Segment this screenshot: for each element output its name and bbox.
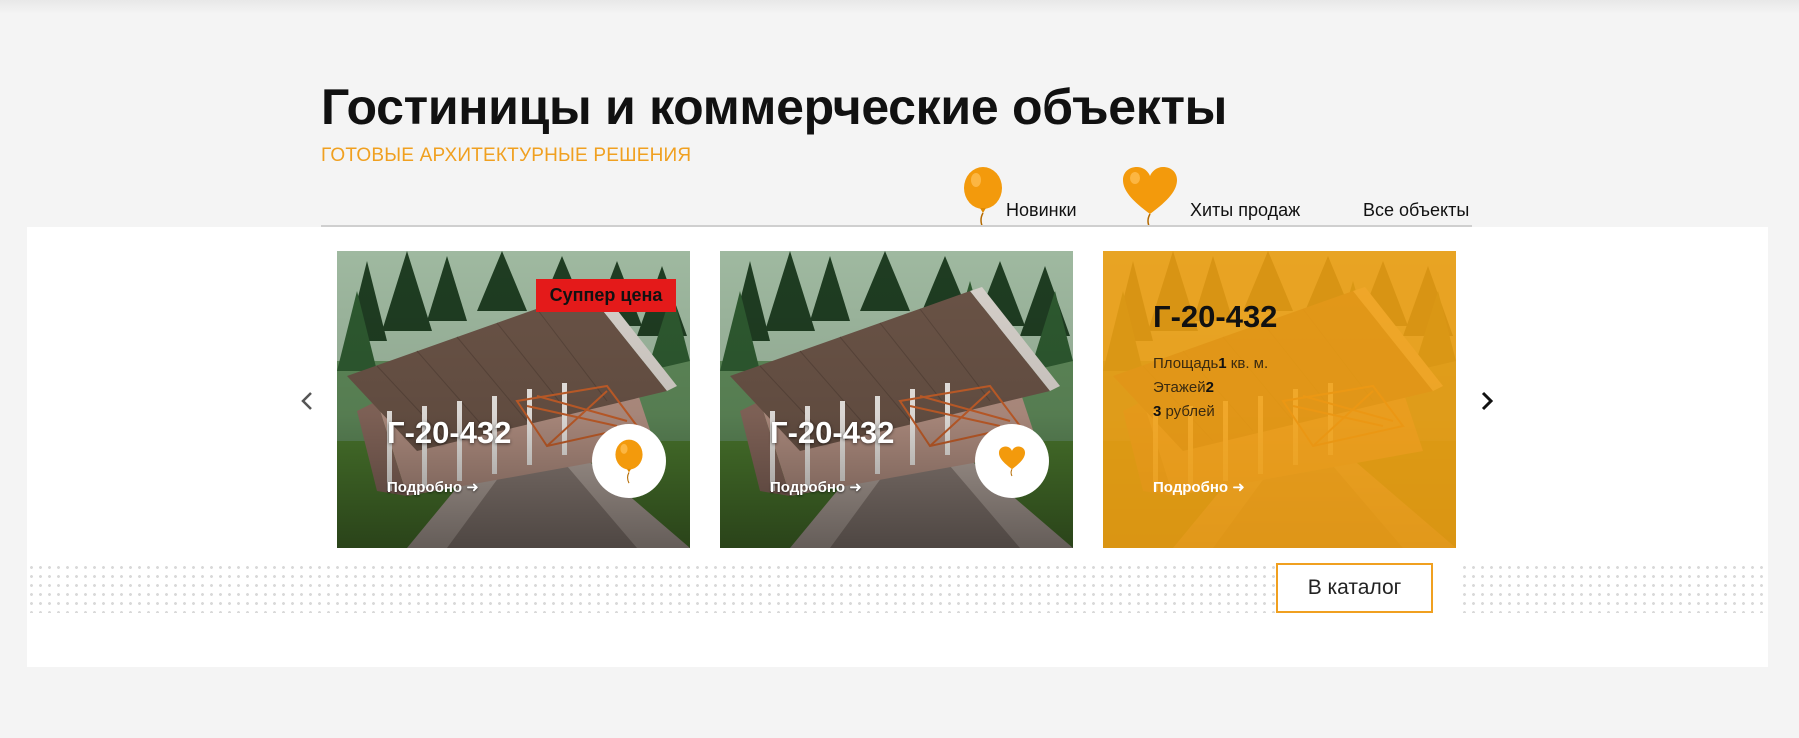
details-link-label: Подробно: [770, 479, 846, 496]
project-card-active[interactable]: Г-20-432 Площадь1 кв. м. Этажей2 3 рубле…: [1103, 251, 1456, 548]
project-name: Г-20-432: [387, 415, 512, 450]
catalog-button[interactable]: В каталог: [1276, 563, 1433, 613]
chevron-left-icon: [301, 392, 312, 410]
arrow-right-icon: ➜: [466, 479, 479, 496]
balloon-icon: [964, 167, 1002, 228]
area-label: Площадь: [1153, 355, 1219, 372]
dotted-pattern-left: [27, 563, 1280, 613]
area-unit: кв. м.: [1226, 355, 1269, 372]
project-name: Г-20-432: [770, 415, 895, 450]
project-photo: [720, 251, 1073, 548]
floors-value: 2: [1205, 379, 1214, 396]
promo-badge: Суппер цена: [536, 279, 676, 312]
details-link-label: Подробно: [387, 479, 463, 496]
tab-hits[interactable]: Хиты продаж: [1190, 200, 1300, 221]
floors-row: Этажей2: [1153, 379, 1214, 396]
dotted-pattern-right: [1460, 563, 1768, 613]
details-link-label: Подробно: [1153, 479, 1229, 496]
carousel-prev-button[interactable]: [292, 386, 322, 416]
heart-balloon-icon: [998, 446, 1026, 477]
area-value: 1: [1218, 355, 1227, 372]
card-overlay: [1103, 251, 1456, 548]
details-link[interactable]: Подробно ➜: [770, 478, 862, 496]
project-card[interactable]: Г-20-432 Подробно ➜: [720, 251, 1073, 548]
arrow-right-icon: ➜: [849, 479, 862, 496]
arrow-right-icon: ➜: [1232, 479, 1245, 496]
area-row: Площадь1 кв. м.: [1153, 355, 1268, 372]
price-row: 3 рублей: [1153, 403, 1215, 420]
section-subtitle: ГОТОВЫЕ АРХИТЕКТУРНЫЕ РЕШЕНИЯ: [321, 145, 692, 166]
floors-label: Этажей: [1153, 379, 1206, 396]
details-link[interactable]: Подробно ➜: [387, 478, 479, 496]
section-title: Гостиницы и коммерческие объекты: [321, 79, 1228, 135]
tab-new[interactable]: Новинки: [1006, 200, 1077, 221]
top-shade: [0, 0, 1799, 14]
marker-circle: [592, 424, 666, 498]
project-card[interactable]: Суппер цена Г-20-432 Подробно ➜: [337, 251, 690, 548]
balloon-icon: [615, 439, 643, 484]
chevron-right-icon: [1481, 391, 1494, 411]
marker-circle: [975, 424, 1049, 498]
carousel-next-button[interactable]: [1472, 386, 1502, 416]
heart-balloon-icon: [1123, 167, 1177, 228]
details-link[interactable]: Подробно ➜: [1153, 478, 1245, 496]
price-unit: рублей: [1161, 403, 1215, 420]
project-name: Г-20-432: [1153, 299, 1278, 334]
tab-all[interactable]: Все объекты: [1363, 200, 1469, 221]
